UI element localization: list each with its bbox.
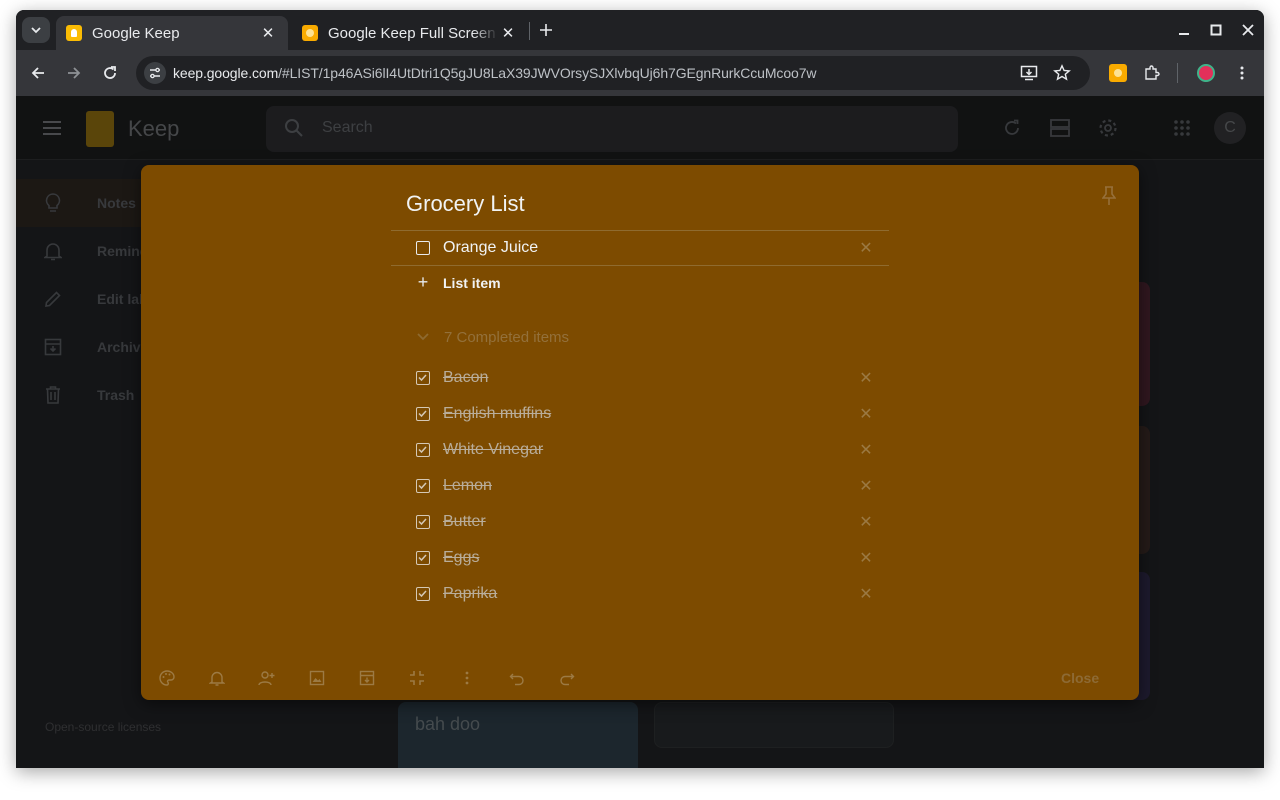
tab-close-icon[interactable]: ✕ [258, 23, 278, 43]
checkbox-checked[interactable] [416, 551, 430, 565]
checkbox[interactable] [416, 241, 430, 255]
bookmark-star-icon[interactable] [1053, 64, 1071, 87]
completed-list-item[interactable]: White Vinegar ✕ [416, 438, 876, 462]
minimize-icon [1179, 33, 1189, 35]
maximize-button[interactable] [1204, 19, 1228, 41]
delete-item-icon[interactable]: ✕ [856, 404, 876, 424]
divider [391, 265, 889, 266]
chevron-down-icon [416, 329, 432, 346]
plus-icon [540, 24, 552, 36]
delete-item-icon[interactable]: ✕ [856, 548, 876, 568]
pin-icon [1102, 186, 1116, 205]
list-item-text[interactable]: Eggs [443, 549, 856, 567]
tab-google-keep[interactable]: Google Keep ✕ [56, 16, 288, 50]
maximize-icon [1210, 24, 1222, 36]
reload-button[interactable] [98, 61, 122, 85]
checkbox-checked[interactable] [416, 371, 430, 385]
install-app-icon[interactable] [1020, 64, 1038, 87]
undo-icon[interactable] [507, 668, 527, 688]
note-toolbar [157, 668, 607, 688]
tab-title: Google Keep [92, 24, 180, 42]
delete-item-icon[interactable]: ✕ [856, 440, 876, 460]
add-image-icon[interactable] [307, 668, 327, 688]
completed-list-item[interactable]: Bacon ✕ [416, 366, 876, 390]
tab-keep-full-screen[interactable]: Google Keep Full Screen ✕ [292, 16, 528, 50]
url-host: keep.google.com [173, 65, 279, 81]
redo-icon[interactable] [557, 668, 577, 688]
delete-item-icon[interactable]: ✕ [856, 512, 876, 532]
puzzle-icon [1145, 65, 1160, 80]
extension-favicon-icon [302, 25, 318, 41]
palette-icon[interactable] [157, 668, 177, 688]
arrow-forward-icon [68, 67, 81, 79]
new-tab-button[interactable] [535, 19, 557, 41]
completed-list-item[interactable]: English muffins ✕ [416, 402, 876, 426]
extension-icon [1109, 64, 1127, 82]
browser-menu-button[interactable] [1230, 61, 1254, 85]
toolbar-divider [1177, 63, 1178, 83]
profile-button[interactable] [1194, 61, 1218, 85]
checkbox-checked[interactable] [416, 479, 430, 493]
list-item-text[interactable]: Butter [443, 513, 856, 531]
chevron-down-icon [31, 27, 41, 34]
keep-extension-button[interactable] [1106, 61, 1130, 85]
url-text: keep.google.com/#LIST/1p46ASi6lI4UtDtri1… [173, 65, 817, 81]
window-close-button[interactable] [1236, 19, 1260, 41]
tab-strip: Google Keep ✕ Google Keep Full Screen ✕ [16, 10, 1264, 50]
checkbox-checked[interactable] [416, 515, 430, 529]
tab-search-button[interactable] [22, 17, 50, 43]
completed-items-toggle[interactable]: 7 Completed items [416, 329, 569, 346]
delete-item-icon[interactable]: ✕ [856, 476, 876, 496]
keep-favicon-icon [66, 25, 82, 41]
completed-items-label: 7 Completed items [444, 329, 570, 346]
list-item-text[interactable]: English muffins [443, 405, 856, 423]
delete-item-icon[interactable]: ✕ [856, 584, 876, 604]
browser-toolbar: keep.google.com/#LIST/1p46ASi6lI4UtDtri1… [16, 50, 1264, 96]
list-item-text[interactable]: Bacon [443, 369, 856, 387]
delete-item-icon[interactable]: ✕ [856, 238, 876, 258]
list-item-text[interactable]: White Vinegar [443, 441, 856, 459]
tab-title: Google Keep Full Screen [328, 24, 496, 42]
close-icon [1242, 24, 1254, 36]
add-list-item[interactable]: + List item [416, 272, 501, 293]
forward-button[interactable] [62, 61, 86, 85]
add-reminder-icon[interactable] [207, 668, 227, 688]
checkbox-checked[interactable] [416, 587, 430, 601]
plus-icon: + [417, 272, 429, 292]
note-title[interactable]: Grocery List [406, 191, 525, 217]
collaborator-icon[interactable] [257, 668, 277, 688]
more-vert-icon[interactable] [457, 668, 477, 688]
back-button[interactable] [26, 61, 50, 85]
list-item-text[interactable]: Lemon [443, 477, 856, 495]
completed-list-item[interactable]: Paprika ✕ [416, 582, 876, 606]
profile-avatar-icon [1197, 64, 1215, 82]
completed-list-item[interactable]: Lemon ✕ [416, 474, 876, 498]
url-path: /#LIST/1p46ASi6lI4UtDtri1Q5gJU8LaX39JWVO… [278, 65, 817, 81]
divider [391, 230, 889, 231]
extensions-button[interactable] [1140, 61, 1164, 85]
browser-window: Google Keep ✕ Google Keep Full Screen ✕ [16, 10, 1264, 768]
checkbox-checked[interactable] [416, 443, 430, 457]
list-item-text[interactable]: Paprika [443, 585, 856, 603]
archive-icon[interactable] [357, 668, 377, 688]
add-list-item-label: List item [443, 274, 501, 291]
tab-close-icon[interactable]: ✕ [498, 23, 518, 43]
pin-button[interactable] [1099, 185, 1119, 207]
delete-item-icon[interactable]: ✕ [856, 368, 876, 388]
list-item-text[interactable]: Orange Juice [443, 239, 856, 257]
more-vert-icon [1240, 66, 1244, 80]
arrow-back-icon [31, 67, 44, 79]
list-item[interactable]: Orange Juice ✕ [416, 236, 876, 260]
close-button[interactable]: Close [1061, 670, 1099, 686]
completed-list-item[interactable]: Eggs ✕ [416, 546, 876, 570]
note-editor-modal: Grocery List Orange Juice ✕ + List item … [141, 165, 1139, 700]
site-info-icon[interactable] [144, 62, 166, 84]
reload-icon [104, 66, 116, 79]
minimize-button[interactable] [1172, 19, 1196, 41]
address-bar[interactable]: keep.google.com/#LIST/1p46ASi6lI4UtDtri1… [136, 56, 1090, 90]
tab-divider [529, 22, 530, 40]
checkbox-checked[interactable] [416, 407, 430, 421]
completed-list-item[interactable]: Butter ✕ [416, 510, 876, 534]
exit-fullscreen-icon[interactable] [407, 668, 427, 688]
